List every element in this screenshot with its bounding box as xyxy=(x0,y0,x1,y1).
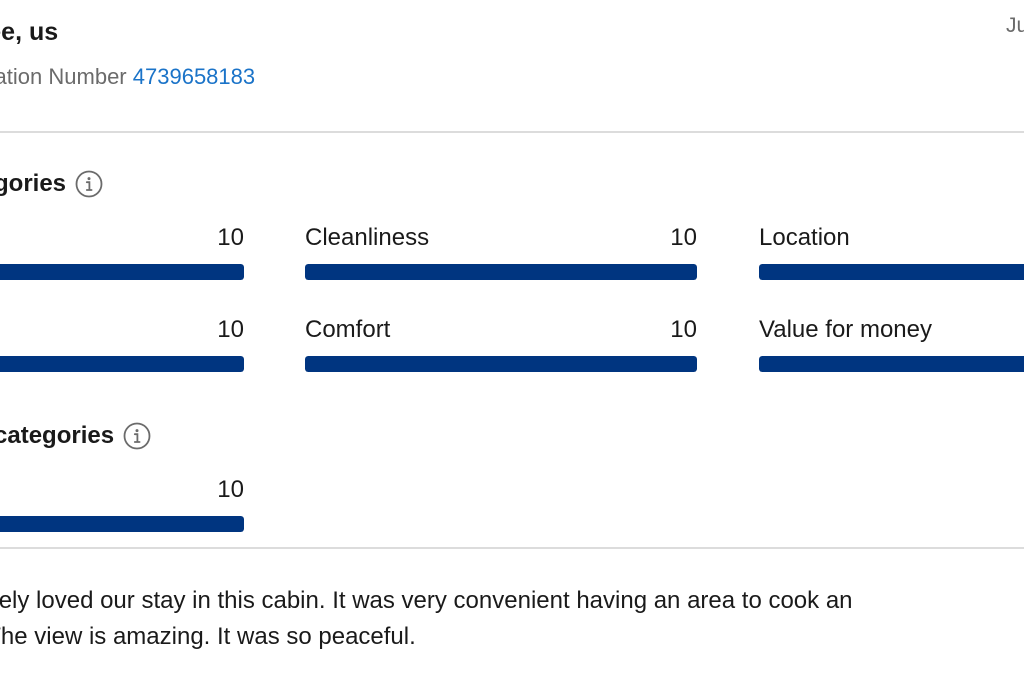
score-item-staff: 10 xyxy=(0,224,244,280)
review-text: olutely loved our stay in this cabin. It… xyxy=(0,583,853,655)
score-value: 10 xyxy=(670,316,697,343)
review-card: nee, us ervation Number 4739658183 Ju go… xyxy=(0,0,1024,683)
sub-categories-title: categories xyxy=(0,422,115,449)
score-bar-fill xyxy=(305,356,697,372)
score-value: 10 xyxy=(217,224,244,251)
guest-name: nee, us xyxy=(0,18,59,46)
review-line: olutely loved our stay in this cabin. It… xyxy=(0,587,853,614)
score-value: 10 xyxy=(217,316,244,343)
info-icon[interactable] xyxy=(123,422,151,450)
score-item-location: Location xyxy=(759,224,1024,280)
score-bar-fill xyxy=(0,264,244,280)
score-bar-fill xyxy=(759,356,1024,372)
review-date: Ju xyxy=(1006,14,1024,37)
reservation-label: ervation Number xyxy=(0,64,127,89)
score-value: 10 xyxy=(217,476,244,503)
score-bar-fill xyxy=(759,264,1024,280)
score-label: Value for money xyxy=(759,316,932,343)
score-bar-track xyxy=(0,356,244,372)
score-value: 10 xyxy=(670,224,697,251)
sub-categories-heading: categories xyxy=(0,422,151,450)
score-item-cleanliness: Cleanliness 10 xyxy=(305,224,697,280)
score-bar-track xyxy=(0,264,244,280)
score-label: Comfort xyxy=(305,316,391,343)
score-bar-fill xyxy=(0,516,244,532)
score-item-comfort: Comfort 10 xyxy=(305,316,697,372)
info-icon[interactable] xyxy=(75,170,103,198)
score-bar-track xyxy=(759,264,1024,280)
review-line: e. The view is amazing. It was so peacef… xyxy=(0,623,416,650)
divider xyxy=(0,547,1024,549)
score-item-facilities: 10 xyxy=(0,316,244,372)
reservation-line: ervation Number 4739658183 xyxy=(0,64,255,90)
categories-title: gories xyxy=(0,170,67,197)
score-bar-track xyxy=(305,264,697,280)
reservation-number-link[interactable]: 4739658183 xyxy=(133,64,255,89)
categories-heading: gories xyxy=(0,170,103,198)
score-bar-fill xyxy=(305,264,697,280)
score-item-free-wifi: 10 xyxy=(0,476,244,532)
divider xyxy=(0,131,1024,133)
score-bar-track xyxy=(305,356,697,372)
score-label: Location xyxy=(759,224,850,251)
score-item-value-for-money: Value for money xyxy=(759,316,1024,372)
score-bar-fill xyxy=(0,356,244,372)
score-bar-track xyxy=(759,356,1024,372)
score-bar-track xyxy=(0,516,244,532)
score-label: Cleanliness xyxy=(305,224,430,251)
